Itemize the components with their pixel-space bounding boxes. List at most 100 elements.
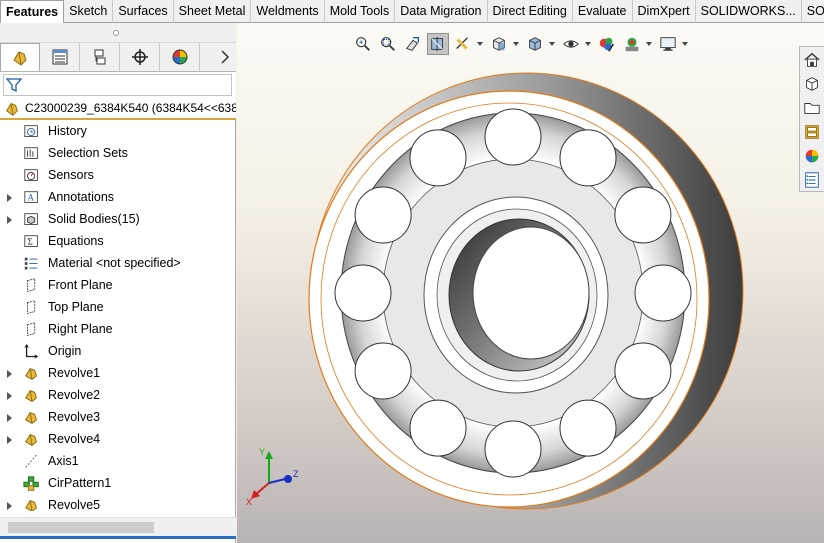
bearing-ball[interactable] — [354, 342, 412, 400]
task-pane-file-explorer-tab[interactable] — [801, 97, 823, 119]
bearing-model[interactable] — [237, 23, 824, 543]
tree-node-axis1[interactable]: Axis1 — [0, 451, 236, 473]
dropdown-arrow-icon[interactable] — [477, 33, 485, 55]
edit-appearance-button[interactable] — [596, 33, 618, 55]
tree-node-annotations[interactable]: A Annotations — [0, 187, 236, 209]
expand-arrow-icon[interactable] — [7, 436, 12, 444]
dynamic-annotation-button[interactable] — [452, 33, 474, 55]
tree-node-history[interactable]: History — [0, 121, 236, 143]
tree-node-right-plane[interactable]: Right Plane — [0, 319, 236, 341]
task-pane-appearances-tab[interactable] — [801, 145, 823, 167]
command-tab-sheet-metal[interactable]: Sheet Metal — [174, 0, 252, 23]
bearing-ball[interactable] — [484, 420, 542, 478]
bearing-ball[interactable] — [634, 264, 692, 322]
task-pane-custom-properties-tab[interactable] — [801, 169, 823, 191]
tab-feature-manager[interactable] — [0, 43, 40, 71]
tree-node-sensors[interactable]: Sensors — [0, 165, 236, 187]
command-tab-weldments[interactable]: Weldments — [251, 0, 325, 23]
tree-node-top-plane[interactable]: Top Plane — [0, 297, 236, 319]
tab-configuration-manager[interactable] — [80, 43, 120, 71]
command-tab-features[interactable]: Features — [0, 0, 65, 24]
task-pane-home-tab[interactable] — [801, 49, 823, 71]
tab-display-manager[interactable] — [160, 43, 200, 71]
section-view-button[interactable] — [427, 33, 449, 55]
dropdown-arrow-icon[interactable] — [549, 33, 557, 55]
task-pane-3d-library-tab[interactable] — [801, 73, 823, 95]
apply-scene-button[interactable] — [621, 33, 643, 55]
circular-pattern-icon — [23, 476, 39, 491]
bearing-ball[interactable] — [614, 186, 672, 244]
graphics-area[interactable]: Y X Z — [237, 23, 824, 543]
expand-arrow-icon[interactable] — [7, 370, 12, 378]
command-tab-solidworks[interactable]: SOLIDWORKS... — [696, 0, 802, 23]
dropdown-arrow-icon[interactable] — [646, 33, 654, 55]
bearing-ball[interactable] — [354, 186, 412, 244]
task-pane-view-palette-tab[interactable] — [801, 121, 823, 143]
bearing-ball[interactable] — [409, 129, 467, 187]
command-tab-surfaces[interactable]: Surfaces — [113, 0, 174, 23]
zoom-to-fit-button[interactable] — [352, 33, 374, 55]
tree-node-revolve2[interactable]: Revolve2 — [0, 385, 236, 407]
tree-node-icon — [23, 145, 41, 163]
tab-dimxpert-manager[interactable] — [120, 43, 160, 71]
command-tab-direct-editing[interactable]: Direct Editing — [488, 0, 573, 23]
tree-node-icon — [23, 431, 41, 449]
tree-filter-input[interactable] — [3, 74, 232, 96]
display-style-button[interactable] — [524, 33, 546, 55]
bearing-ball[interactable] — [559, 129, 617, 187]
panel-grip[interactable] — [0, 23, 236, 43]
scrollbar-thumb[interactable] — [8, 522, 154, 533]
tab-property-manager[interactable] — [40, 43, 80, 71]
part-root-node[interactable]: C23000239_6384K540 (6384K54<<6384K — [0, 98, 236, 120]
expand-arrow-icon[interactable] — [7, 216, 12, 224]
tree-node-cirpattern1[interactable]: CirPattern1 — [0, 473, 236, 495]
tree-node-revolve1[interactable]: Revolve1 — [0, 363, 236, 385]
expand-arrow-icon[interactable] — [7, 194, 12, 202]
tree-node-equations[interactable]: Σ Equations — [0, 231, 236, 253]
tree-node-label: Revolve4 — [48, 432, 101, 446]
tree-node-label: Origin — [48, 344, 82, 358]
file-explorer-icon — [804, 103, 820, 114]
view-orientation-button[interactable] — [488, 33, 510, 55]
bearing-ball[interactable] — [334, 264, 392, 322]
tree-node-revolve3[interactable]: Revolve3 — [0, 407, 236, 429]
bearing-ball[interactable] — [559, 399, 617, 457]
tree-node-label: Front Plane — [48, 278, 113, 292]
display-style-icon — [529, 37, 541, 51]
tree-node-front-plane[interactable]: Front Plane — [0, 275, 236, 297]
view-settings-button[interactable] — [657, 33, 679, 55]
zoom-to-area-button[interactable] — [377, 33, 399, 55]
bearing-ball[interactable] — [409, 399, 467, 457]
command-tab-so[interactable]: SO... — [802, 0, 824, 23]
dropdown-arrow-icon[interactable] — [585, 33, 593, 55]
bearing-ball[interactable] — [614, 342, 672, 400]
tree-node-label: Axis1 — [48, 454, 79, 468]
command-tab-data-migration[interactable]: Data Migration — [395, 0, 488, 23]
dropdown-arrow-icon[interactable] — [513, 33, 521, 55]
view-palette-icon — [805, 125, 819, 139]
panel-bottom-accent — [0, 536, 236, 539]
command-tab-dimxpert[interactable]: DimXpert — [633, 0, 696, 23]
tree-node-revolve5[interactable]: Revolve5 — [0, 495, 236, 511]
plane-icon — [27, 278, 36, 292]
expand-arrow-icon[interactable] — [7, 502, 12, 510]
bearing-ball[interactable] — [484, 108, 542, 166]
feature-manager-icon — [13, 50, 27, 66]
tree-node-material-not-specified[interactable]: Material <not specified> — [0, 253, 236, 275]
hide-show-button[interactable] — [560, 33, 582, 55]
tree-node-label: Revolve5 — [48, 498, 101, 511]
dropdown-arrow-icon[interactable] — [682, 33, 690, 55]
tree-node-origin[interactable]: Origin — [0, 341, 236, 363]
expand-arrow-icon[interactable] — [7, 392, 12, 400]
previous-view-button[interactable] — [402, 33, 424, 55]
command-tab-evaluate[interactable]: Evaluate — [573, 0, 633, 23]
tree-node-revolve4[interactable]: Revolve4 — [0, 429, 236, 451]
expand-arrow-icon[interactable] — [7, 414, 12, 422]
command-tab-sketch[interactable]: Sketch — [64, 0, 114, 23]
tree-node-icon — [23, 475, 41, 493]
command-tab-mold-tools[interactable]: Mold Tools — [325, 0, 396, 23]
tree-node-solid-bodies-15[interactable]: Solid Bodies(15) — [0, 209, 236, 231]
tree-node-selection-sets[interactable]: Selection Sets — [0, 143, 236, 165]
horizontal-scrollbar[interactable] — [0, 517, 236, 536]
chevron-right-icon[interactable] — [220, 50, 230, 64]
